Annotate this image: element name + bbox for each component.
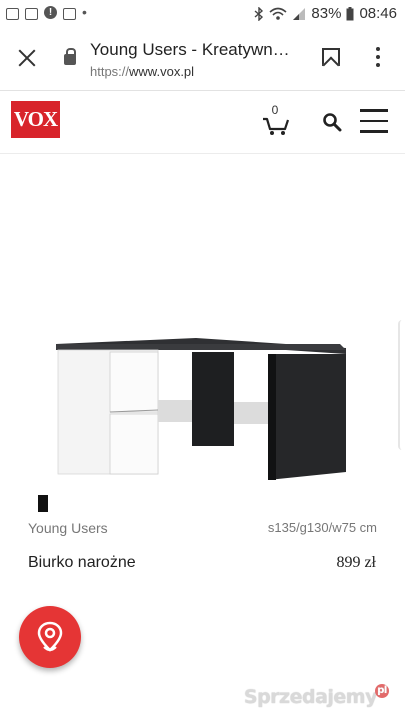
watermark-badge: pl xyxy=(375,684,389,698)
page-url[interactable]: https://www.vox.pl xyxy=(90,64,194,79)
system-icons: 83% 08:46 xyxy=(254,5,397,22)
site-header: VOX 0 xyxy=(0,91,405,154)
watermark-text: Sprzedajemy xyxy=(243,686,378,708)
wifi-icon xyxy=(269,7,287,20)
overflow-menu-button[interactable] xyxy=(374,47,382,69)
cart-button[interactable]: 0 xyxy=(262,103,290,137)
vox-logo[interactable]: VOX xyxy=(11,101,60,138)
clock: 08:46 xyxy=(359,5,397,22)
color-swatch-black[interactable] xyxy=(38,495,48,512)
product-dimensions: s135/g130/w75 cm xyxy=(267,520,377,535)
store-locator-button[interactable] xyxy=(19,606,81,668)
map-pin-icon xyxy=(37,621,63,652)
signal-icon xyxy=(293,7,306,20)
product-image[interactable] xyxy=(50,330,355,490)
product-brand: Young Users xyxy=(28,520,108,536)
alert-icon: ! xyxy=(44,6,57,19)
hamburger-menu-button[interactable] xyxy=(360,109,388,133)
search-button[interactable] xyxy=(322,112,342,132)
search-icon xyxy=(323,113,342,132)
url-scheme: https:// xyxy=(90,64,130,79)
battery-icon xyxy=(346,6,354,20)
product-price: 899 zł xyxy=(336,554,376,571)
product-name[interactable]: Biurko narożne xyxy=(28,554,136,572)
lock-icon xyxy=(64,48,76,65)
watermark: Sprzedajemypl xyxy=(243,684,389,708)
bag-icon xyxy=(63,8,76,20)
page-title[interactable]: Young Users - Kreatywn… xyxy=(90,40,300,60)
browser-toolbar: Young Users - Kreatywn… https://www.vox.… xyxy=(0,28,405,91)
notification-icons: ! • xyxy=(6,4,96,20)
bookmark-button[interactable] xyxy=(322,48,340,66)
gallery-icon xyxy=(6,8,19,20)
more-notifications-icon: • xyxy=(82,4,87,20)
image-icon xyxy=(25,8,38,20)
bluetooth-icon xyxy=(254,6,264,21)
url-host: www.vox.pl xyxy=(129,64,195,79)
cart-icon xyxy=(263,117,290,135)
battery-percent: 83% xyxy=(311,5,342,22)
status-bar: ! • 83% 08:46 xyxy=(0,0,405,28)
scroll-indicator xyxy=(398,320,405,450)
close-tab-button[interactable] xyxy=(14,45,40,71)
